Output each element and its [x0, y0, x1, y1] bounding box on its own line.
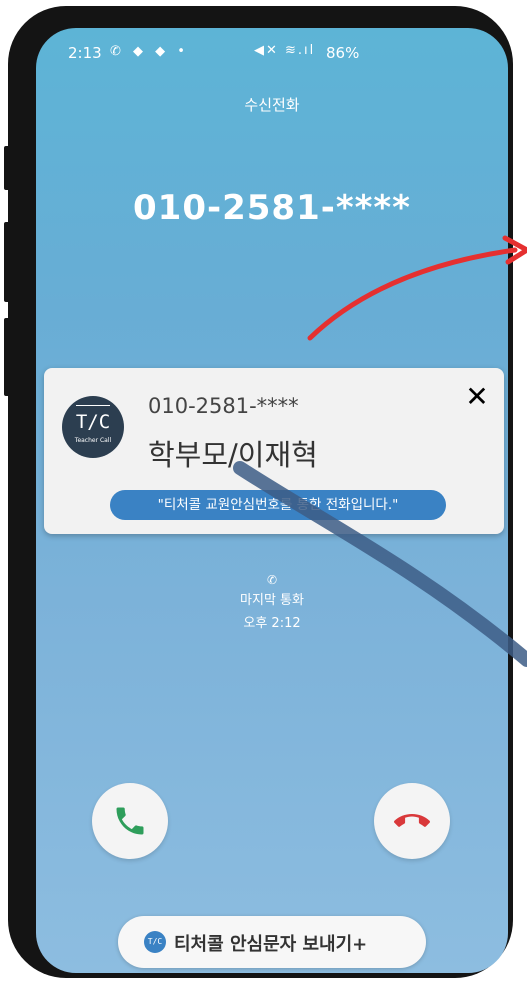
accept-call-button[interactable]: [92, 783, 168, 859]
teacher-call-icon: T/C: [144, 931, 166, 953]
phone-accept-icon: [116, 807, 144, 835]
last-call-info: ✆ 마지막 통화 오후 2:12: [36, 573, 508, 631]
sms-button-label: 티처콜 안심문자 보내기+: [174, 934, 368, 955]
phone-frame: 2:13 ✆ ◆ ◆ • ◀✕ ≋.ıl 86% 수신전화 010-2581-*…: [4, 6, 513, 978]
popup-number: 010-2581-****: [148, 394, 299, 418]
notification-icons: ✆ ◆ ◆ •: [110, 44, 189, 59]
caller-number: 010-2581-****: [133, 188, 411, 228]
logo-subtext: Teacher Call: [74, 437, 112, 444]
phone-icon: ✆: [266, 573, 278, 587]
close-icon[interactable]: ✕: [462, 382, 492, 412]
signal-wifi-icon: ◀✕ ≋.ıl: [254, 43, 316, 58]
last-call-label: 마지막 통화: [240, 593, 304, 608]
send-safe-sms-button[interactable]: T/C 티처콜 안심문자 보내기+: [118, 916, 426, 968]
battery-level: 86%: [326, 44, 360, 62]
caller-name: 학부모/이재혁: [148, 438, 318, 472]
status-bar: 2:13 ✆ ◆ ◆ • ◀✕ ≋.ıl 86%: [36, 28, 508, 68]
caller-id-popup: T/C Teacher Call 010-2581-**** 학부모/이재혁 ✕…: [44, 368, 504, 534]
safe-number-notice: "티처콜 교원안심번호를 통한 전화입니다.": [110, 490, 446, 520]
last-call-time: 오후 2:12: [243, 616, 301, 631]
decline-call-button[interactable]: [374, 783, 450, 859]
volume-button: [4, 146, 10, 190]
volume-button-2: [4, 222, 10, 302]
side-key: [4, 318, 10, 396]
call-screen: 2:13 ✆ ◆ ◆ • ◀✕ ≋.ıl 86% 수신전화 010-2581-*…: [36, 28, 508, 973]
logo-line: [76, 405, 110, 406]
incoming-call-label: 수신전화: [244, 96, 300, 114]
status-time: 2:13: [68, 44, 102, 62]
phone-decline-icon: [394, 813, 430, 827]
teacher-call-logo: T/C Teacher Call: [62, 396, 124, 458]
logo-text: T/C: [75, 411, 111, 433]
